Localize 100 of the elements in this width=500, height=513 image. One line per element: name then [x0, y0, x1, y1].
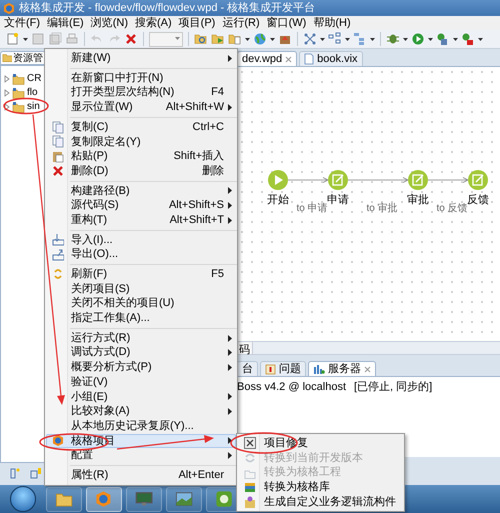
tab[interactable]: book.vix — [299, 51, 363, 66]
menu-item[interactable]: 打开类型层次结构(N) F4 — [46, 85, 236, 100]
taskbar-button[interactable] — [166, 486, 202, 512]
search-folder-icon[interactable] — [194, 32, 208, 46]
books-icon — [244, 481, 256, 494]
menu-item[interactable]: 运行(R) — [222, 14, 260, 32]
monitor-icon — [135, 490, 153, 508]
delete-icon[interactable] — [124, 32, 138, 46]
menu-item[interactable]: 复制(C) Ctrl+C — [46, 120, 236, 134]
panel-tab[interactable]: 码 — [237, 342, 253, 354]
app-icon — [52, 434, 64, 448]
tab[interactable]: dev.wpd — [237, 51, 298, 66]
task-node[interactable] — [328, 170, 348, 190]
repair-icon — [244, 437, 256, 450]
submenu-arrow-icon — [228, 54, 232, 62]
close-icon[interactable] — [285, 56, 292, 62]
server-stop-icon[interactable] — [461, 32, 475, 46]
server-name[interactable]: Boss v4.2 @ localhost — [237, 379, 346, 396]
menu-item[interactable]: 编辑(E) — [47, 14, 84, 32]
node-label: 反馈 — [467, 193, 489, 206]
status-icon[interactable] — [8, 467, 20, 479]
task-node[interactable] — [468, 170, 488, 190]
menu-item[interactable]: 删除(D) 删除 — [46, 164, 236, 178]
explorer-tab[interactable]: 资源管 — [0, 51, 47, 65]
menu-item[interactable]: 源代码(S) Alt+Shift+S — [46, 198, 236, 213]
menu-item[interactable]: 验证(V) — [46, 374, 236, 390]
project-folder-icon — [12, 86, 25, 98]
save-all-icon[interactable] — [48, 32, 62, 46]
menu-item[interactable]: 导入(I)... — [46, 232, 236, 248]
node-label: 申请 — [327, 193, 349, 208]
node-label: 审批 — [407, 192, 429, 208]
start-node[interactable] — [268, 170, 288, 190]
tree-item[interactable]: sin — [27, 99, 40, 114]
server-state: [已停止, 同步的] — [354, 380, 432, 396]
submenu-arrow-icon — [228, 104, 232, 111]
highlight-ellipse — [3, 98, 49, 114]
edge-label: to 申请 — [296, 202, 328, 216]
status-icon[interactable] — [30, 467, 42, 479]
connector-arrow — [288, 177, 329, 183]
node-label: 开始 — [267, 193, 289, 208]
menu-item[interactable]: 小组(E) — [46, 389, 236, 404]
menu-item[interactable]: 刷新(F) F5 — [46, 266, 236, 282]
window-title: 核格集成开发 - flowdev/flow/flowdev.wpd - 核格集成开发平台 — [19, 0, 316, 16]
print-icon[interactable] — [65, 32, 79, 46]
menu-item[interactable]: 概要分析方式(P) — [46, 360, 236, 375]
menu-item[interactable]: 粘贴(P) Shift+插入 — [46, 149, 236, 164]
tree-item[interactable]: CR — [27, 71, 42, 86]
menu-item[interactable]: 新建(W) — [46, 51, 236, 66]
clipboard-icon — [52, 150, 64, 163]
picture-icon — [175, 490, 193, 508]
folder-arrow-icon[interactable] — [211, 32, 225, 46]
menu-item[interactable]: 显示位置(W) Alt+Shift+W — [46, 100, 236, 115]
menu-item[interactable]: 从本地历史记录复原(Y)... — [46, 418, 236, 434]
bug-icon[interactable] — [386, 32, 400, 46]
tree-item[interactable]: flo — [27, 85, 38, 100]
folder-icon — [2, 52, 12, 64]
note-app-icon — [215, 490, 233, 508]
server-run-icon[interactable] — [436, 32, 450, 46]
copy-icon — [52, 135, 64, 148]
menu-item[interactable]: 导出(O)... — [46, 247, 236, 262]
menu-item[interactable]: 重构(T) Alt+Shift+T — [46, 212, 236, 228]
network-icon[interactable] — [303, 32, 317, 46]
menu-item[interactable]: 在新窗口中打开(N) — [46, 70, 236, 86]
taskbar-button[interactable] — [86, 486, 122, 512]
copy-icon — [52, 120, 64, 134]
menu-item[interactable]: 关闭项目(S) — [46, 282, 236, 296]
menu-item[interactable]: 关闭不相关的项目(U) — [46, 296, 236, 311]
menu-item[interactable]: 窗口(W) — [266, 14, 306, 32]
delete-icon — [52, 164, 64, 178]
close-icon[interactable] — [364, 366, 371, 372]
menu-item[interactable]: 复制限定名(Y) — [46, 134, 236, 150]
menu-item[interactable]: 浏览(N) — [90, 14, 128, 32]
menu-item[interactable]: 生成自定义业务逻辑流构件 — [238, 494, 397, 510]
menu-item[interactable]: 文件(F) — [4, 14, 40, 32]
menu-item[interactable]: 帮助(H) — [313, 14, 351, 32]
tab[interactable]: 服务器 — [308, 361, 376, 376]
diagram-icon[interactable] — [328, 32, 342, 46]
menu-item[interactable]: 项目(P) — [178, 14, 216, 32]
start-button[interactable] — [10, 486, 36, 512]
menu-item[interactable]: 搜索(A) — [135, 14, 172, 32]
menu-item[interactable]: 运行方式(R) — [46, 330, 236, 346]
tab[interactable]: 问题 — [260, 361, 306, 376]
tab[interactable]: 台 — [237, 361, 258, 376]
menu-item[interactable]: 构建路径(B) — [46, 184, 236, 198]
connector-arrow — [348, 177, 409, 183]
problems-icon — [265, 364, 276, 374]
project-folder-icon — [12, 72, 25, 84]
servers-icon — [313, 364, 325, 374]
menu-item[interactable]: 调试方式(D) — [46, 345, 236, 360]
task-node[interactable] — [408, 170, 428, 190]
menu-item[interactable]: 指定工作集(A)... — [46, 311, 236, 326]
project-folder-icon — [12, 100, 25, 112]
taskbar-button[interactable] — [126, 486, 162, 512]
menu-item[interactable]: 比较对象(A) — [46, 404, 236, 419]
document-icon — [304, 53, 314, 65]
taskbar-button[interactable] — [46, 486, 82, 512]
menu-item[interactable]: 转换为核格库 — [238, 480, 397, 495]
highlight-ellipse — [230, 432, 298, 454]
edge-label: to 反馈 — [436, 203, 468, 216]
menu-item[interactable]: 属性(R) Alt+Enter — [46, 468, 236, 483]
